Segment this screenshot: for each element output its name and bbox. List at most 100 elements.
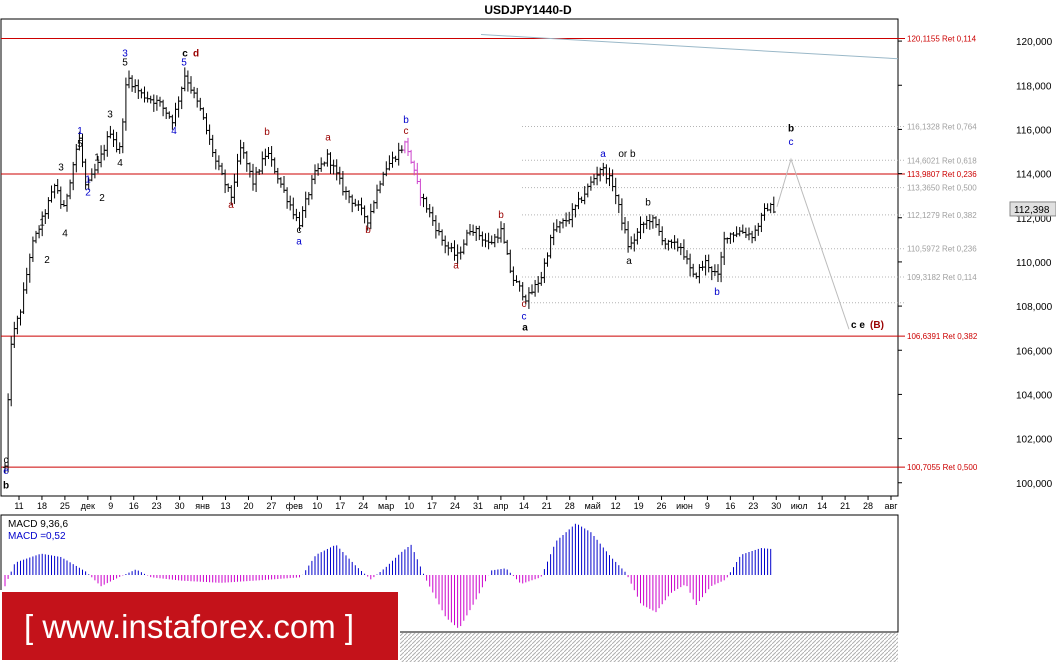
ohlc-bar	[771, 196, 776, 214]
ohlc-bar	[685, 250, 689, 265]
ohlc-bar	[719, 251, 724, 283]
ohlc-bar	[117, 142, 122, 154]
ohlc-bar	[173, 102, 178, 127]
ohlc-bar	[430, 206, 435, 226]
ohlc-bar	[626, 221, 631, 253]
ohlc-bar	[613, 177, 618, 205]
ohlc-bar	[375, 184, 379, 209]
ohlc-bar	[213, 149, 218, 170]
ohlc-bar	[607, 167, 612, 187]
wave-label: a	[626, 256, 632, 267]
instaforex-logo-banner[interactable]: [ www.instaforex.com ]	[0, 590, 400, 662]
wave-label: 2	[44, 255, 50, 266]
ohlc-bar	[427, 203, 432, 218]
ohlc-bar	[120, 118, 125, 154]
ohlc-bar	[9, 336, 14, 407]
date-tick-label: 14	[817, 501, 827, 511]
price-tick-label: 114,000	[1016, 170, 1052, 181]
ohlc-bar	[189, 76, 193, 94]
ohlc-bar	[322, 161, 327, 167]
wave-label: c e	[851, 320, 865, 331]
wave-label: b	[264, 127, 270, 138]
ohlc-bar	[753, 225, 758, 242]
ohlc-bar	[638, 216, 643, 240]
ohlc-bar	[421, 193, 426, 208]
ohlc-bar	[105, 131, 110, 157]
date-tick-label: 20	[243, 501, 253, 511]
ohlc-bar	[585, 183, 590, 198]
ohlc-bar	[303, 191, 308, 218]
ohlc-bar	[706, 254, 711, 273]
date-tick-label: 10	[312, 501, 322, 511]
ohlc-bar	[154, 95, 159, 111]
ohlc-bar	[619, 198, 624, 231]
price-tick-label: 120,000	[1016, 37, 1053, 48]
ohlc-bar	[145, 91, 150, 103]
wave-label: 4	[62, 229, 68, 240]
ohlc-bar	[30, 236, 35, 262]
wave-label: 1	[39, 217, 45, 228]
ohlc-bar	[337, 166, 342, 185]
date-tick-label: янв	[195, 501, 210, 511]
ohlc-bar	[440, 229, 445, 246]
ohlc-bar	[542, 258, 547, 284]
ohlc-bar	[675, 238, 680, 252]
fibo-level-label: 110,5972 Ret 0,236	[907, 245, 977, 254]
ohlc-bar	[595, 166, 600, 186]
date-tick-label: 31	[473, 501, 483, 511]
ohlc-bar	[272, 157, 277, 174]
ohlc-bar	[533, 279, 538, 297]
macd-hatched-strip	[400, 633, 898, 662]
ohlc-bar	[207, 124, 212, 145]
ohlc-bar	[536, 276, 541, 293]
ohlc-bar	[418, 178, 423, 206]
ohlc-bar	[216, 155, 221, 171]
date-tick-label: июн	[676, 501, 693, 511]
wave-label: 2	[99, 193, 105, 204]
chart-window: 116,1328 Ret 0,764 114,6021 Ret 0,618 113,…	[0, 0, 1056, 662]
retracement-level-label: 106,6391 Ret 0,382	[907, 332, 978, 341]
ohlc-bar	[399, 145, 404, 154]
wave-label: a	[325, 132, 331, 143]
date-tick-label: 16	[129, 501, 139, 511]
wave-label: a	[600, 149, 606, 160]
ohlc-bar	[415, 162, 420, 185]
ohlc-bar	[247, 162, 252, 178]
ohlc-bar	[734, 226, 739, 238]
wave-label: b	[788, 124, 794, 135]
ohlc-bar	[576, 191, 581, 210]
ohlc-bar	[737, 227, 742, 237]
wave-label: b	[498, 210, 504, 221]
ohlc-bar	[263, 148, 268, 166]
ohlc-bar	[526, 287, 531, 309]
date-tick-label: 9	[108, 501, 113, 511]
date-tick-label: 16	[725, 501, 735, 511]
wave-label: b	[645, 198, 651, 209]
retracement-level-label: 100,7055 Ret 0,500	[907, 463, 978, 472]
wave-label: a	[453, 261, 459, 272]
ohlc-bar	[492, 233, 497, 248]
wave-label: 5	[181, 57, 187, 68]
date-tick-label: 13	[221, 501, 231, 511]
ohlc-bar	[179, 86, 184, 110]
date-tick-label: 26	[657, 501, 667, 511]
ohlc-bar	[123, 77, 128, 131]
ohlc-bar	[294, 208, 299, 222]
wave-label: 5	[122, 57, 128, 68]
ohlc-bar	[108, 125, 113, 139]
ohlc-bar	[192, 86, 197, 99]
ohlc-bar	[396, 142, 401, 166]
ohlc-bar	[486, 232, 491, 250]
date-tick-label: 17	[427, 501, 437, 511]
ohlc-bar	[756, 222, 761, 236]
logo-text: [ www.instaforex.com ]	[24, 608, 355, 645]
ohlc-bar	[669, 239, 674, 249]
ohlc-bar	[464, 229, 469, 246]
ohlc-bar	[111, 129, 116, 148]
price-tick-label: 102,000	[1016, 435, 1053, 446]
ohlc-bar	[223, 169, 228, 194]
ohlc-bar	[539, 271, 544, 286]
wave-label: 2	[85, 188, 91, 199]
ohlc-bar	[24, 267, 29, 294]
ohlc-bar	[443, 235, 448, 254]
